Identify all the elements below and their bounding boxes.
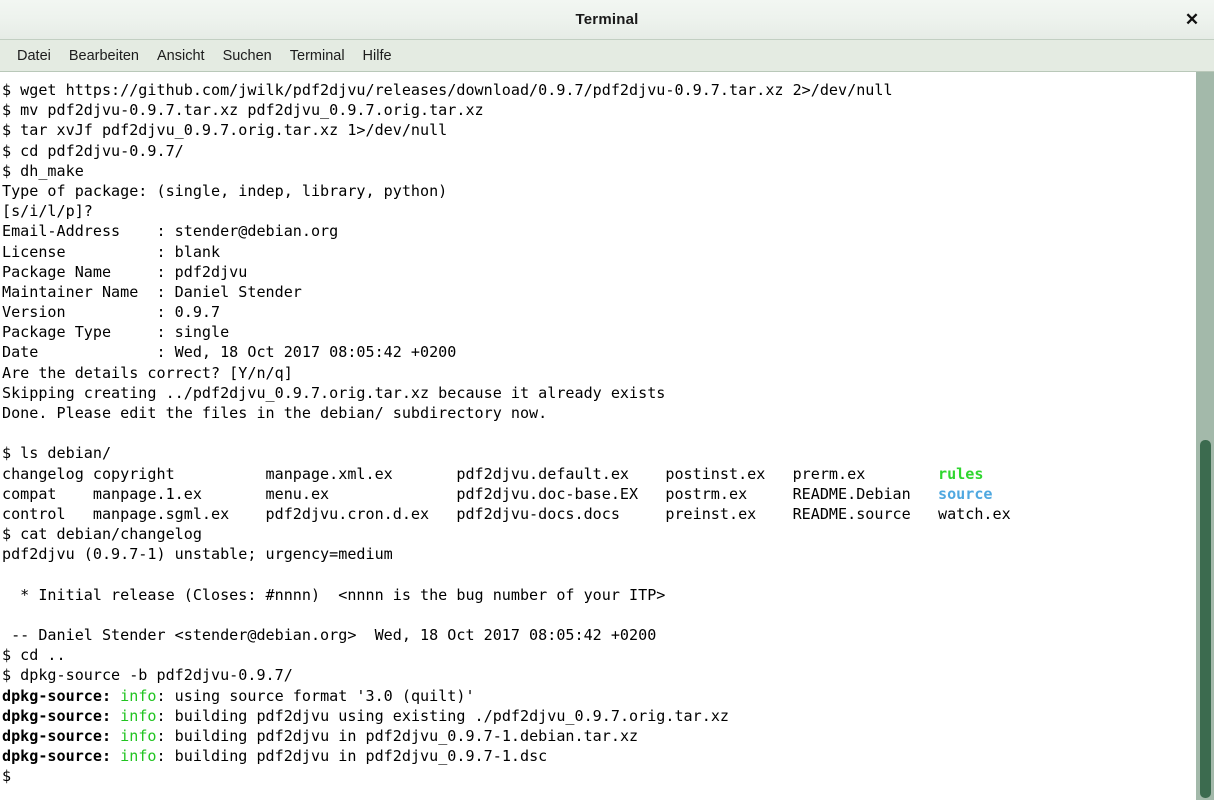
- scrollbar-thumb[interactable]: [1200, 440, 1211, 798]
- menu-item-bearbeiten[interactable]: Bearbeiten: [60, 45, 148, 67]
- close-icon[interactable]: ✕: [1180, 9, 1204, 31]
- menu-bar: Datei Bearbeiten Ansicht Suchen Terminal…: [0, 40, 1214, 72]
- menu-item-hilfe[interactable]: Hilfe: [354, 45, 401, 67]
- terminal-screen: $ wget https://github.com/jwilk/pdf2djvu…: [2, 81, 1011, 786]
- menu-item-suchen[interactable]: Suchen: [214, 45, 281, 67]
- menu-item-terminal[interactable]: Terminal: [281, 45, 354, 67]
- terminal-window: Terminal ✕ Datei Bearbeiten Ansicht Such…: [0, 0, 1214, 800]
- terminal-output-area[interactable]: $ wget https://github.com/jwilk/pdf2djvu…: [0, 72, 1195, 800]
- vertical-scrollbar[interactable]: [1195, 72, 1214, 800]
- menu-item-datei[interactable]: Datei: [8, 45, 60, 67]
- window-title: Terminal: [575, 11, 639, 28]
- terminal-body-wrapper: $ wget https://github.com/jwilk/pdf2djvu…: [0, 72, 1214, 800]
- menu-item-ansicht[interactable]: Ansicht: [148, 45, 214, 67]
- title-bar: Terminal ✕: [0, 0, 1214, 40]
